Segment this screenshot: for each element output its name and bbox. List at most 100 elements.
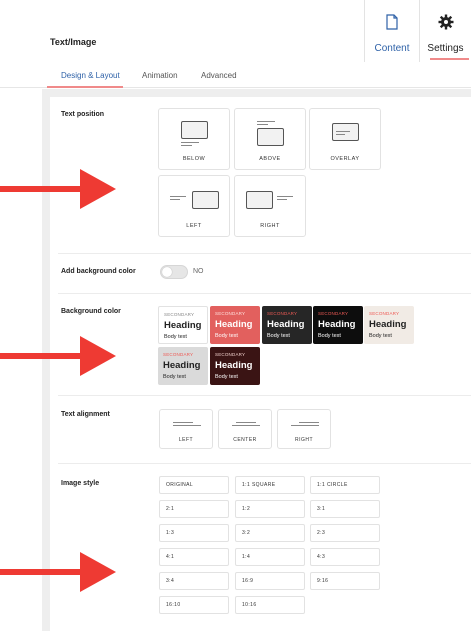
add-background-label: Add background color <box>61 268 136 275</box>
image-style-option[interactable]: 16:9 <box>235 572 305 590</box>
image-style-option[interactable]: 1:4 <box>235 548 305 566</box>
toggle-knob <box>162 267 172 277</box>
image-placeholder-icon <box>181 121 208 139</box>
swatch-heading: Heading <box>215 319 253 330</box>
text-line <box>277 196 293 197</box>
annotation-arrow <box>0 552 118 592</box>
text-alignment-right[interactable]: RIGHT <box>277 409 331 449</box>
arrow-shaft <box>0 569 82 575</box>
swatch-secondary: SECONDARY <box>267 311 298 316</box>
swatch-secondary: SECONDARY <box>215 352 246 357</box>
subtab-active-underline <box>47 86 123 88</box>
image-style-option[interactable]: 1:2 <box>235 500 305 518</box>
text-alignment-center-label: CENTER <box>233 437 257 443</box>
text-position-above[interactable]: ABOVE <box>234 108 306 170</box>
background-swatch[interactable]: SECONDARY Heading Body text <box>364 306 414 344</box>
image-style-option[interactable]: 2:3 <box>310 524 380 542</box>
image-style-option[interactable]: 1:1 CIRCLE <box>310 476 380 494</box>
image-style-option[interactable]: 10:16 <box>235 596 305 614</box>
image-style-option-label: 10:16 <box>242 602 257 608</box>
text-line <box>232 425 260 426</box>
image-placeholder-icon <box>257 128 284 146</box>
text-line <box>336 131 350 132</box>
divider <box>58 463 471 464</box>
image-style-option-label: 3:1 <box>317 506 326 512</box>
annotation-arrow <box>0 169 118 209</box>
document-icon <box>365 14 419 32</box>
text-line <box>299 422 319 423</box>
swatch-heading: Heading <box>163 360 201 371</box>
tab-settings[interactable]: Settings <box>420 0 471 62</box>
image-style-option[interactable]: 1:1 SQUARE <box>235 476 305 494</box>
background-swatch[interactable]: SECONDARY Heading Body text <box>210 347 260 385</box>
arrow-head <box>80 169 116 209</box>
subtab-bar: Design & Layout Animation Advanced <box>0 62 471 88</box>
image-style-option[interactable]: 2:1 <box>159 500 229 518</box>
arrow-shaft <box>0 353 82 359</box>
arrow-shaft <box>0 186 82 192</box>
image-style-option-label: 1:4 <box>242 554 251 560</box>
swatch-heading: Heading <box>267 319 305 330</box>
image-style-option-label: 9:16 <box>317 578 329 584</box>
image-placeholder-icon <box>332 123 359 141</box>
swatch-secondary: SECONDARY <box>163 352 194 357</box>
image-style-option[interactable]: 3:1 <box>310 500 380 518</box>
subtab-advanced[interactable]: Advanced <box>201 71 237 80</box>
text-alignment-right-label: RIGHT <box>294 437 314 443</box>
swatch-body: Body text <box>164 334 187 340</box>
text-alignment-label: Text alignment <box>61 411 110 418</box>
swatch-body: Body text <box>215 333 238 339</box>
text-alignment-left[interactable]: LEFT <box>159 409 213 449</box>
text-line <box>291 425 319 426</box>
image-style-option-label: 3:2 <box>242 530 251 536</box>
background-swatch[interactable]: SECONDARY Heading Body text <box>158 306 208 344</box>
text-position-left[interactable]: LEFT <box>158 175 230 237</box>
text-position-right-label: RIGHT <box>260 223 280 229</box>
image-style-option[interactable]: 16:10 <box>159 596 229 614</box>
text-line <box>173 425 201 426</box>
background-swatch[interactable]: SECONDARY Heading Body text <box>262 306 312 344</box>
text-position-overlay-label: OVERLAY <box>330 156 360 162</box>
subtab-design-layout[interactable]: Design & Layout <box>61 71 120 80</box>
background-swatch[interactable]: SECONDARY Heading Body text <box>158 347 208 385</box>
background-swatch[interactable]: SECONDARY Heading Body text <box>313 306 363 344</box>
gear-icon <box>420 14 471 32</box>
image-style-option-label: 2:1 <box>166 506 175 512</box>
text-position-overlay[interactable]: OVERLAY <box>309 108 381 170</box>
text-line <box>236 422 256 423</box>
image-style-option-label: 2:3 <box>317 530 326 536</box>
text-line <box>170 196 186 197</box>
image-placeholder-icon <box>192 191 219 209</box>
text-alignment-center[interactable]: CENTER <box>218 409 272 449</box>
image-style-option[interactable]: 3:4 <box>159 572 229 590</box>
image-style-option[interactable]: 9:16 <box>310 572 380 590</box>
annotation-arrow <box>0 336 118 376</box>
add-background-toggle[interactable] <box>160 265 188 279</box>
image-style-option-label: 3:4 <box>166 578 175 584</box>
text-position-right[interactable]: RIGHT <box>234 175 306 237</box>
image-placeholder-icon <box>246 191 273 209</box>
text-line <box>181 142 199 143</box>
image-style-option[interactable]: 4:3 <box>310 548 380 566</box>
image-style-option[interactable]: 3:2 <box>235 524 305 542</box>
image-style-option[interactable]: ORIGINAL <box>159 476 229 494</box>
swatch-secondary: SECONDARY <box>164 312 195 317</box>
swatch-secondary: SECONDARY <box>369 311 400 316</box>
subtab-animation[interactable]: Animation <box>142 71 178 80</box>
swatch-heading: Heading <box>215 360 253 371</box>
swatch-body: Body text <box>369 333 392 339</box>
text-line <box>181 145 192 146</box>
text-line <box>173 422 193 423</box>
arrow-head <box>80 552 116 592</box>
tab-content[interactable]: Content <box>364 0 420 62</box>
image-style-option[interactable]: 4:1 <box>159 548 229 566</box>
image-style-option[interactable]: 1:3 <box>159 524 229 542</box>
image-style-option-label: 4:3 <box>317 554 326 560</box>
text-position-below[interactable]: BELOW <box>158 108 230 170</box>
text-line <box>336 134 345 135</box>
swatch-body: Body text <box>267 333 290 339</box>
text-line <box>277 199 287 200</box>
image-style-option-label: 1:1 SQUARE <box>242 482 276 488</box>
background-swatch[interactable]: SECONDARY Heading Body text <box>210 306 260 344</box>
swatch-heading: Heading <box>164 320 202 331</box>
